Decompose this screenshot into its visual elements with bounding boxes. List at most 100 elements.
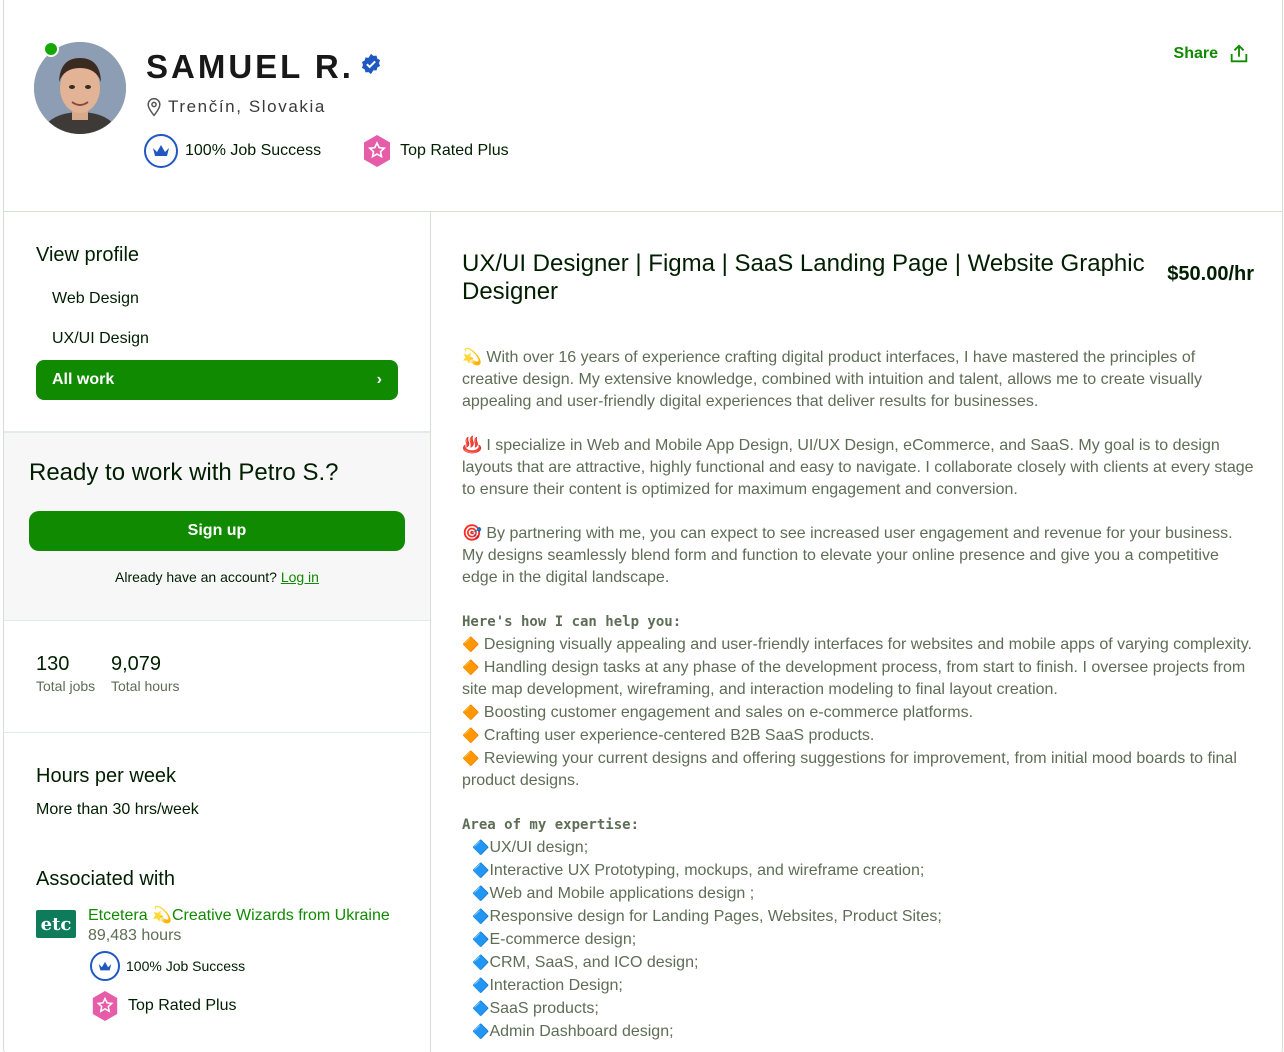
list-item: 🔷E-commerce design; xyxy=(462,928,1254,951)
top-rated-icon xyxy=(92,991,118,1021)
associated-with-title: Associated with xyxy=(36,868,175,890)
list-item: 🔷SaaS products; xyxy=(462,997,1254,1020)
list-item-text: Handling design tasks at any phase of th… xyxy=(462,659,1246,698)
online-status-dot xyxy=(43,41,59,57)
list-item-text: Designing visually appealing and user-fr… xyxy=(483,636,1252,653)
list-item: 🔶 Crafting user experience-centered B2B … xyxy=(462,724,1254,747)
list-item: 🔷UX/UI design; xyxy=(462,836,1254,859)
blue-diamond-icon: 🔷 xyxy=(472,931,490,947)
profile-header: SAMUEL R. Trenčín, Slovakia 100% Job Suc… xyxy=(4,0,1282,212)
sidebar-item-ux-ui-design[interactable]: UX/UI Design xyxy=(52,330,149,348)
share-button[interactable]: Share xyxy=(1174,43,1250,65)
stat-total-jobs: 130 Total jobs xyxy=(36,653,95,694)
sidebar-item-web-design[interactable]: Web Design xyxy=(52,290,139,308)
list-item: 🔶 Handling design tasks at any phase of … xyxy=(462,656,1254,701)
view-profile-title: View profile xyxy=(36,244,140,266)
stat-label: Total hours xyxy=(111,678,180,694)
list-item-text: Web and Mobile applications design ; xyxy=(489,885,755,902)
list-item-text: Reviewing your current designs and offer… xyxy=(462,750,1237,789)
list-item: 🔶 Designing visually appealing and user-… xyxy=(462,633,1254,656)
profile-badges: 100% Job Success Top Rated Plus xyxy=(144,134,509,168)
sidebar-item-all-work[interactable]: All work › xyxy=(36,360,398,400)
list-item-text: Interaction Design; xyxy=(489,977,623,994)
list-item: 🔷Web and Mobile applications design ; xyxy=(462,882,1254,905)
orange-diamond-icon: 🔶 xyxy=(462,727,480,743)
agency-logo: etc xyxy=(36,910,76,938)
help-list: 🔶 Designing visually appealing and user-… xyxy=(462,633,1254,792)
list-item: 🔶 Boosting customer engagement and sales… xyxy=(462,701,1254,724)
description-paragraph: 🎯 By partnering with me, you can expect … xyxy=(462,525,1233,586)
stat-total-hours: 9,079 Total hours xyxy=(111,653,179,694)
share-label: Share xyxy=(1173,45,1218,62)
blue-diamond-icon: 🔷 xyxy=(472,1000,490,1016)
stat-label: Total jobs xyxy=(36,678,96,694)
have-account-text: Already have an account? Log in xyxy=(4,569,430,585)
list-item-text: CRM, SaaS, and ICO design; xyxy=(489,954,699,971)
list-item-text: SaaS products; xyxy=(489,1000,599,1017)
list-item-text: Interactive UX Prototyping, mockups, and… xyxy=(489,862,925,879)
orange-diamond-icon: 🔶 xyxy=(462,704,480,720)
list-item-text: Crafting user experience-centered B2B Sa… xyxy=(483,727,875,744)
blue-diamond-icon: 🔷 xyxy=(472,954,490,970)
share-icon xyxy=(1230,44,1248,63)
list-item: 🔷Admin Dashboard design; xyxy=(462,1020,1254,1043)
location-pin-icon xyxy=(147,97,161,117)
description-paragraph: ♨️ I specialize in Web and Mobile App De… xyxy=(462,437,1254,498)
list-item: 🔷Interaction Design; xyxy=(462,974,1254,997)
hourly-rate: $50.00/hr xyxy=(1167,263,1254,285)
ready-title: Ready to work with Petro S.? xyxy=(29,459,339,486)
agency-job-success-badge: 100% Job Success xyxy=(90,951,245,981)
log-in-link[interactable]: Log in xyxy=(281,569,319,585)
expertise-list: 🔷UX/UI design; 🔷Interactive UX Prototypi… xyxy=(462,836,1254,1043)
list-item: 🔷Interactive UX Prototyping, mockups, an… xyxy=(462,859,1254,882)
top-rated-text: Top Rated Plus xyxy=(400,142,509,159)
agency-top-rated-text: Top Rated Plus xyxy=(128,997,237,1014)
chevron-right-icon: › xyxy=(376,371,382,388)
stat-value: 9,079 xyxy=(111,653,162,675)
location: Trenčín, Slovakia xyxy=(144,97,326,117)
list-item-text: Admin Dashboard design; xyxy=(489,1023,674,1040)
view-profile-section: View profile Web Design UX/UI Design All… xyxy=(4,212,430,433)
blue-diamond-icon: 🔷 xyxy=(472,977,490,993)
all-work-label: All work xyxy=(52,371,115,388)
list-item-text: UX/UI design; xyxy=(489,839,589,856)
agency-job-success-text: 100% Job Success xyxy=(126,958,246,974)
top-rated-icon xyxy=(364,135,391,167)
location-text: Trenčín, Slovakia xyxy=(168,97,326,116)
expertise-heading: Area of my expertise: xyxy=(462,817,640,833)
list-item-text: E-commerce design; xyxy=(489,931,637,948)
orange-diamond-icon: 🔶 xyxy=(462,636,480,652)
orange-diamond-icon: 🔶 xyxy=(462,750,480,766)
blue-diamond-icon: 🔷 xyxy=(472,839,490,855)
blue-diamond-icon: 🔷 xyxy=(472,908,490,924)
left-sidebar: View profile Web Design UX/UI Design All… xyxy=(4,212,431,1052)
crown-icon xyxy=(144,134,178,168)
hours-per-week-value: More than 30 hrs/week xyxy=(36,801,199,818)
profile-card: SAMUEL R. Trenčín, Slovakia 100% Job Suc… xyxy=(3,0,1283,1052)
blue-diamond-icon: 🔷 xyxy=(472,1023,490,1039)
blue-diamond-icon: 🔷 xyxy=(472,862,490,878)
hours-per-week-title: Hours per week xyxy=(36,765,177,787)
stat-value: 130 xyxy=(36,653,70,675)
ready-to-work-section: Ready to work with Petro S.? Sign up Alr… xyxy=(4,433,430,621)
list-item-text: Responsive design for Landing Pages, Web… xyxy=(489,908,942,925)
job-success-badge: 100% Job Success xyxy=(144,134,321,168)
top-rated-badge: Top Rated Plus xyxy=(361,134,509,168)
freelancer-name: SAMUEL R. xyxy=(146,48,354,85)
blue-diamond-icon: 🔷 xyxy=(472,885,490,901)
help-heading: Here's how I can help you: xyxy=(462,614,682,630)
sign-up-button[interactable]: Sign up xyxy=(29,511,405,551)
agency-name-link[interactable]: Etcetera 💫Creative Wizards from Ukraine xyxy=(88,905,390,925)
job-success-text: 100% Job Success xyxy=(185,142,322,159)
verified-icon xyxy=(361,53,381,75)
list-item: 🔶 Reviewing your current designs and off… xyxy=(462,747,1254,792)
agency-hours: 89,483 hours xyxy=(88,927,182,944)
orange-diamond-icon: 🔶 xyxy=(462,659,480,675)
profile-description: 💫 With over 16 years of experience craft… xyxy=(462,347,1254,1043)
stats-section: 130 Total jobs 9,079 Total hours xyxy=(4,621,430,733)
list-item-text: Boosting customer engagement and sales o… xyxy=(483,704,974,721)
list-item: 🔷CRM, SaaS, and ICO design; xyxy=(462,951,1254,974)
description-paragraph: 💫 With over 16 years of experience craft… xyxy=(462,349,1202,410)
crown-icon xyxy=(90,951,120,981)
have-account-label: Already have an account? xyxy=(115,569,277,585)
